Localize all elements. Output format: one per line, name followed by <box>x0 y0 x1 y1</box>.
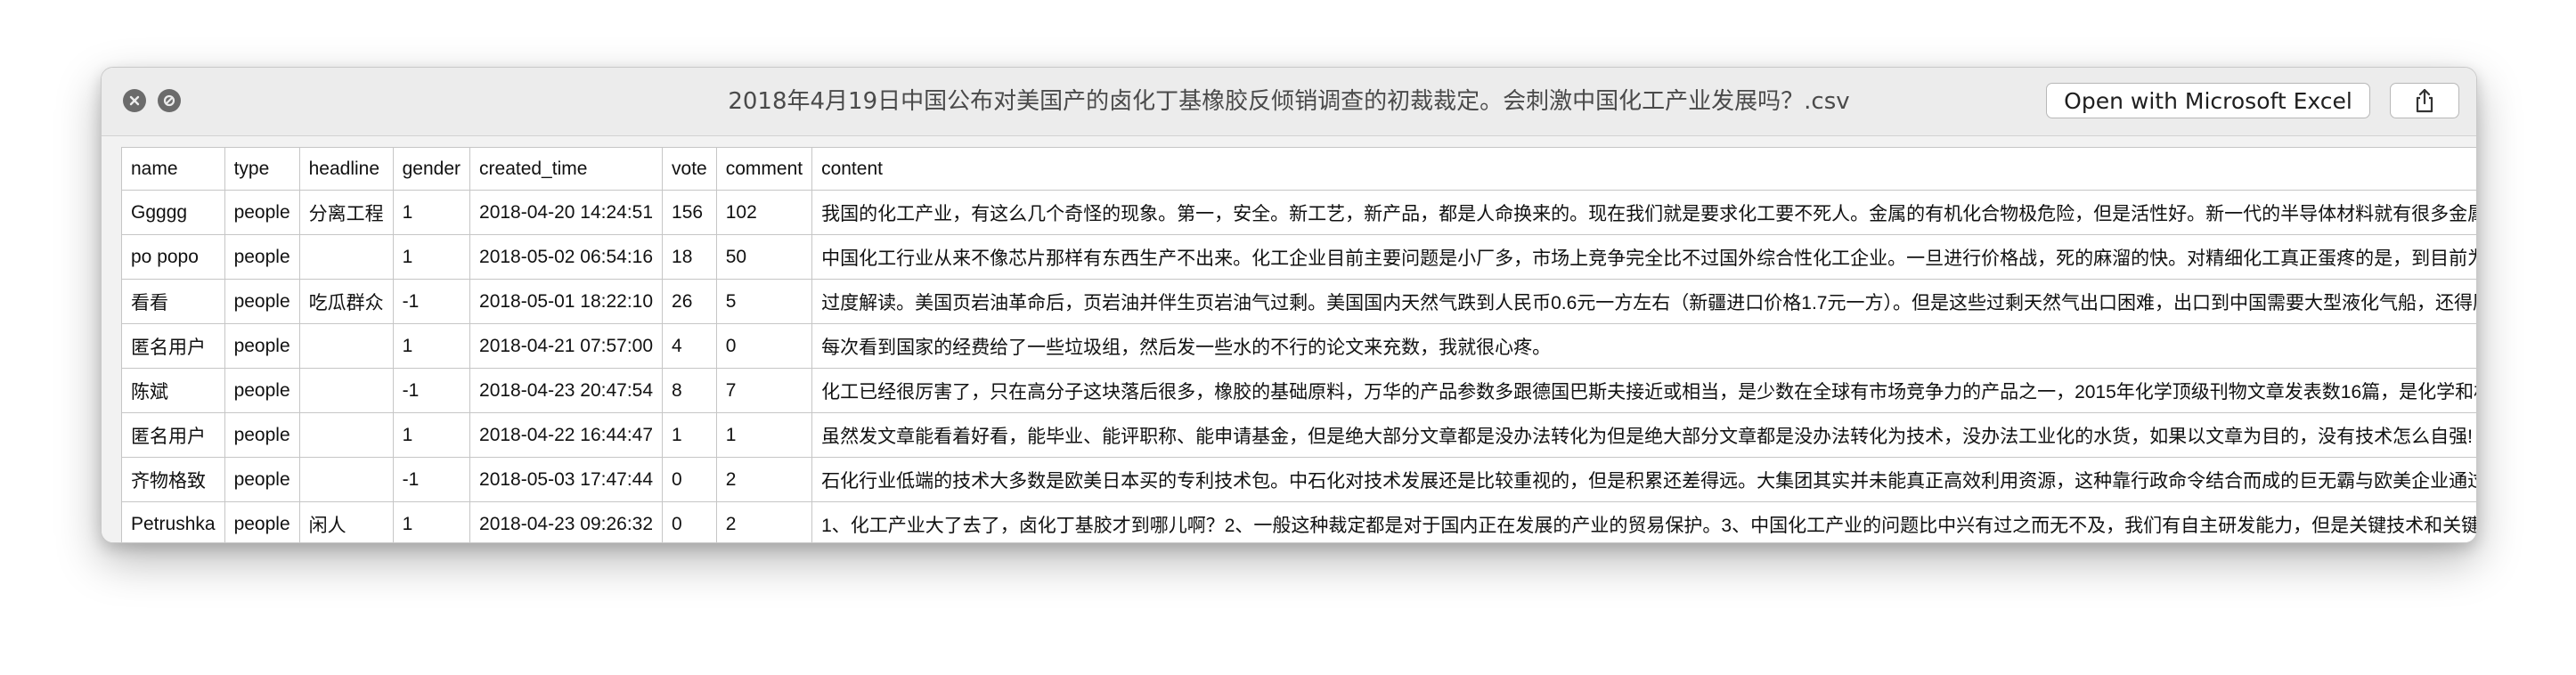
cell-gender: -1 <box>392 368 471 413</box>
header-headline: headline <box>298 147 394 191</box>
close-icon[interactable] <box>123 89 146 112</box>
share-icon <box>2416 88 2433 113</box>
cell-headline <box>298 457 394 502</box>
cell-type: people <box>224 368 300 413</box>
cell-name: 匿名用户 <box>121 412 225 458</box>
cell-name: 陈斌 <box>121 368 225 413</box>
cell-type: people <box>224 412 300 458</box>
cell-vote: 8 <box>662 368 717 413</box>
cell-content: 每次看到国家的经费给了一些垃圾组，然后发一些水的不行的论文来充数，我就很心疼。 <box>811 323 2476 369</box>
cell-type: people <box>224 234 300 280</box>
cell-gender: 1 <box>392 501 471 542</box>
cell-headline <box>298 323 394 369</box>
cell-name: 齐物格致 <box>121 457 225 502</box>
cell-name: Petrushka <box>121 501 225 542</box>
header-content: content <box>811 147 2476 191</box>
cell-type: people <box>224 323 300 369</box>
cell-created-time: 2018-05-01 18:22:10 <box>469 279 664 324</box>
table-row: 匿名用户 people 1 2018-04-22 16:44:47 1 1 虽然… <box>121 412 2476 458</box>
cell-created-time: 2018-04-22 16:44:47 <box>469 412 664 458</box>
cell-content: 1、化工产业大了去了，卤化丁基胶才到哪儿啊？2、一般这种裁定都是对于国内正在发展… <box>811 501 2476 542</box>
cell-gender: 1 <box>392 412 471 458</box>
cell-vote: 26 <box>662 279 717 324</box>
cell-gender: 1 <box>392 323 471 369</box>
cell-name: 匿名用户 <box>121 323 225 369</box>
fullscreen-disabled-icon[interactable] <box>158 89 181 112</box>
open-with-excel-button[interactable]: Open with Microsoft Excel <box>2046 83 2370 118</box>
cell-content: 虽然发文章能看着好看，能毕业、能评职称、能申请基金，但是绝大部分文章都是没办法转… <box>811 412 2476 458</box>
header-type: type <box>224 147 300 191</box>
table-header-row: name type headline gender created_time v… <box>121 147 2476 191</box>
cell-comment: 7 <box>715 368 813 413</box>
cell-comment: 5 <box>715 279 813 324</box>
share-button[interactable] <box>2390 83 2459 118</box>
cell-type: people <box>224 279 300 324</box>
cell-comment: 102 <box>715 190 813 235</box>
cell-vote: 1 <box>662 412 717 458</box>
cell-vote: 4 <box>662 323 717 369</box>
cell-comment: 1 <box>715 412 813 458</box>
cell-gender: -1 <box>392 457 471 502</box>
header-created-time: created_time <box>469 147 664 191</box>
cell-name: 看看 <box>121 279 225 324</box>
cell-content: 中国化工行业从来不像芯片那样有东西生产不出来。化工企业目前主要问题是小厂多，市场… <box>811 234 2476 280</box>
cell-vote: 0 <box>662 457 717 502</box>
cell-comment: 2 <box>715 457 813 502</box>
cell-name: Ggggg <box>121 190 225 235</box>
cell-type: people <box>224 501 300 542</box>
cell-type: people <box>224 190 300 235</box>
header-name: name <box>121 147 225 191</box>
cell-headline: 闲人 <box>298 501 394 542</box>
cell-headline: 分离工程 <box>298 190 394 235</box>
table-row: 匿名用户 people 1 2018-04-21 07:57:00 4 0 每次… <box>121 323 2476 369</box>
table-row: po popo people 1 2018-05-02 06:54:16 18 … <box>121 234 2476 280</box>
table-row: 陈斌 people -1 2018-04-23 20:47:54 8 7 化工已… <box>121 368 2476 413</box>
cell-content: 石化行业低端的技术大多数是欧美日本买的专利技术包。中石化对技术发展还是比较重视的… <box>811 457 2476 502</box>
table-row: 齐物格致 people -1 2018-05-03 17:47:44 0 2 石… <box>121 457 2476 502</box>
cell-comment: 2 <box>715 501 813 542</box>
table-row: 看看 people 吃瓜群众 -1 2018-05-01 18:22:10 26… <box>121 279 2476 324</box>
cell-comment: 50 <box>715 234 813 280</box>
csv-preview-area[interactable]: name type headline gender created_time v… <box>102 136 2476 542</box>
header-gender: gender <box>392 147 471 191</box>
cell-name: po popo <box>121 234 225 280</box>
header-vote: vote <box>662 147 717 191</box>
cell-comment: 0 <box>715 323 813 369</box>
cell-content: 过度解读。美国页岩油革命后，页岩油并伴生页岩油气过剩。美国国内天然气跌到人民币0… <box>811 279 2476 324</box>
cell-vote: 156 <box>662 190 717 235</box>
cell-content: 我国的化工产业，有这么几个奇怪的现象。第一，安全。新工艺，新产品，都是人命换来的… <box>811 190 2476 235</box>
header-comment: comment <box>715 147 813 191</box>
cell-content: 化工已经很厉害了，只在高分子这块落后很多，橡胶的基础原料，万华的产品参数多跟德国… <box>811 368 2476 413</box>
cell-gender: -1 <box>392 279 471 324</box>
cell-headline <box>298 234 394 280</box>
csv-table: name type headline gender created_time v… <box>121 147 2476 542</box>
cell-created-time: 2018-05-03 17:47:44 <box>469 457 664 502</box>
table-row: Ggggg people 分离工程 1 2018-04-20 14:24:51 … <box>121 190 2476 235</box>
cell-headline <box>298 412 394 458</box>
cell-gender: 1 <box>392 190 471 235</box>
cell-headline: 吃瓜群众 <box>298 279 394 324</box>
table-row: Petrushka people 闲人 1 2018-04-23 09:26:3… <box>121 501 2476 542</box>
cell-created-time: 2018-04-21 07:57:00 <box>469 323 664 369</box>
quicklook-window: 2018年4月19日中国公布对美国产的卤化丁基橡胶反倾销调查的初裁裁定。会刺激中… <box>101 67 2477 543</box>
cell-created-time: 2018-05-02 06:54:16 <box>469 234 664 280</box>
cell-vote: 18 <box>662 234 717 280</box>
cell-type: people <box>224 457 300 502</box>
cell-created-time: 2018-04-20 14:24:51 <box>469 190 664 235</box>
cell-headline <box>298 368 394 413</box>
window-title: 2018年4月19日中国公布对美国产的卤化丁基橡胶反倾销调查的初裁裁定。会刺激中… <box>728 88 1850 115</box>
csv-table-container: name type headline gender created_time v… <box>121 147 2476 542</box>
cell-vote: 0 <box>662 501 717 542</box>
cell-gender: 1 <box>392 234 471 280</box>
titlebar: 2018年4月19日中国公布对美国产的卤化丁基橡胶反倾销调查的初裁裁定。会刺激中… <box>102 68 2476 136</box>
cell-created-time: 2018-04-23 20:47:54 <box>469 368 664 413</box>
cell-created-time: 2018-04-23 09:26:32 <box>469 501 664 542</box>
